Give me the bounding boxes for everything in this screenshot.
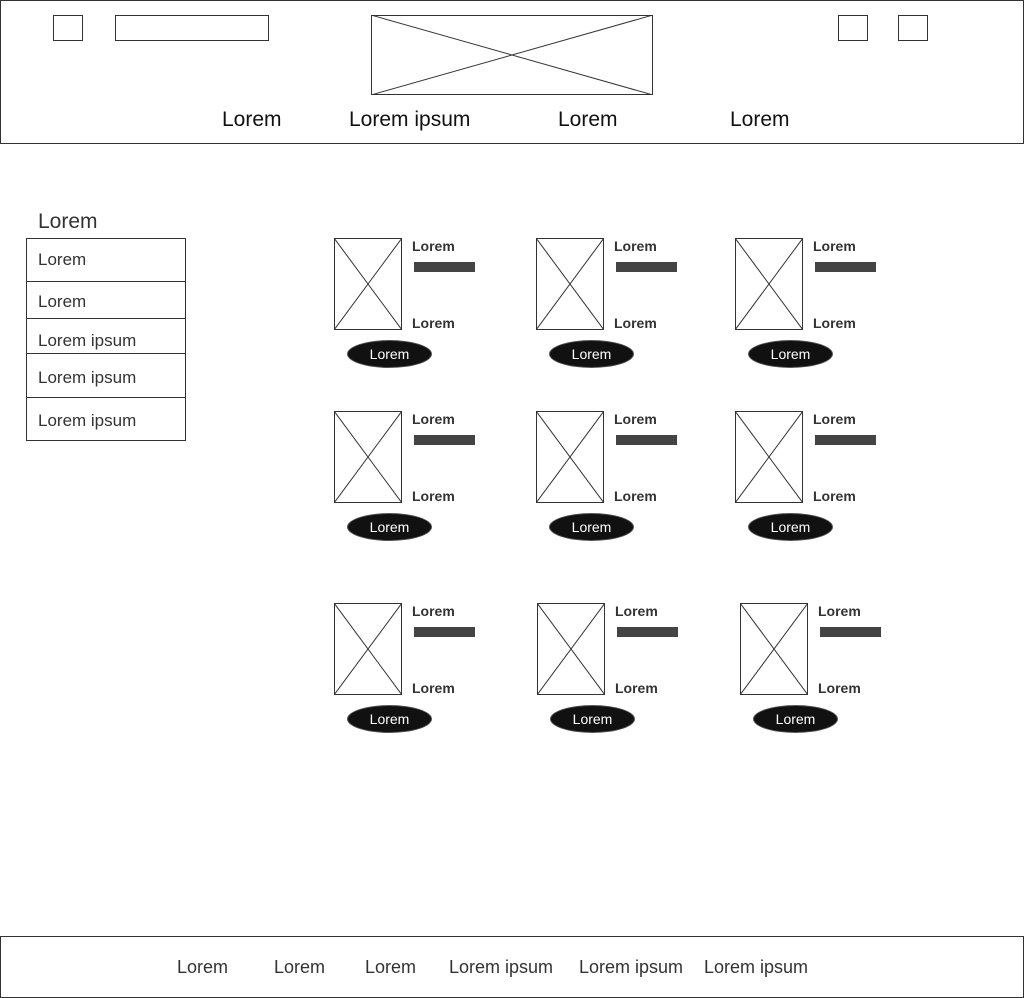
sidebar-title: Lorem xyxy=(38,210,98,233)
product-title: Lorem xyxy=(813,411,856,427)
product-price: Lorem xyxy=(614,488,657,504)
sidebar-divider xyxy=(27,397,186,398)
product-image-placeholder[interactable] xyxy=(536,238,604,330)
nav-link-2[interactable]: Lorem ipsum xyxy=(349,106,470,134)
menu-icon[interactable] xyxy=(53,15,83,41)
sidebar-item-2[interactable]: Lorem xyxy=(27,291,185,313)
product-rating-bar xyxy=(616,435,677,445)
sidebar-divider xyxy=(27,318,186,319)
product-title: Lorem xyxy=(614,238,657,254)
product-price: Lorem xyxy=(412,680,455,696)
product-rating-bar xyxy=(820,627,881,637)
product-rating-bar xyxy=(815,435,876,445)
logo-placeholder[interactable] xyxy=(371,15,653,95)
cart-icon[interactable] xyxy=(898,15,928,41)
product-price: Lorem xyxy=(614,315,657,331)
product-title: Lorem xyxy=(412,238,455,254)
search-input[interactable] xyxy=(115,15,269,41)
footer-link-1[interactable]: Lorem xyxy=(177,956,228,978)
product-image-placeholder[interactable] xyxy=(740,603,808,695)
product-image-placeholder[interactable] xyxy=(334,603,402,695)
product-image-placeholder[interactable] xyxy=(735,238,803,330)
sidebar-item-4[interactable]: Lorem ipsum xyxy=(27,367,185,389)
add-to-cart-button[interactable]: Lorem xyxy=(347,513,432,541)
sidebar-item-5[interactable]: Lorem ipsum xyxy=(27,410,185,432)
footer-link-6[interactable]: Lorem ipsum xyxy=(704,956,808,978)
product-price: Lorem xyxy=(412,488,455,504)
product-price: Lorem xyxy=(412,315,455,331)
add-to-cart-button[interactable]: Lorem xyxy=(549,340,634,368)
product-image-placeholder[interactable] xyxy=(334,238,402,330)
product-title: Lorem xyxy=(412,603,455,619)
sidebar-item-1[interactable]: Lorem xyxy=(27,249,185,271)
footer-link-3[interactable]: Lorem xyxy=(365,956,416,978)
product-price: Lorem xyxy=(813,488,856,504)
nav-link-1[interactable]: Lorem xyxy=(222,106,282,134)
add-to-cart-button[interactable]: Lorem xyxy=(550,705,635,733)
product-rating-bar xyxy=(617,627,678,637)
product-rating-bar xyxy=(616,262,677,272)
product-image-placeholder[interactable] xyxy=(537,603,605,695)
product-title: Lorem xyxy=(615,603,658,619)
product-title: Lorem xyxy=(614,411,657,427)
footer-link-4[interactable]: Lorem ipsum xyxy=(449,956,553,978)
product-price: Lorem xyxy=(813,315,856,331)
nav-link-4[interactable]: Lorem xyxy=(730,106,790,134)
product-image-placeholder[interactable] xyxy=(536,411,604,503)
product-title: Lorem xyxy=(813,238,856,254)
add-to-cart-button[interactable]: Lorem xyxy=(549,513,634,541)
product-rating-bar xyxy=(815,262,876,272)
add-to-cart-button[interactable]: Lorem xyxy=(347,340,432,368)
footer-link-2[interactable]: Lorem xyxy=(274,956,325,978)
product-image-placeholder[interactable] xyxy=(735,411,803,503)
sidebar-item-3[interactable]: Lorem ipsum xyxy=(27,330,185,352)
add-to-cart-button[interactable]: Lorem xyxy=(347,705,432,733)
product-rating-bar xyxy=(414,627,475,637)
add-to-cart-button[interactable]: Lorem xyxy=(748,340,833,368)
product-rating-bar xyxy=(414,435,475,445)
user-icon[interactable] xyxy=(838,15,868,41)
sidebar-divider xyxy=(27,353,186,354)
product-rating-bar xyxy=(414,262,475,272)
product-price: Lorem xyxy=(818,680,861,696)
product-title: Lorem xyxy=(412,411,455,427)
product-price: Lorem xyxy=(615,680,658,696)
product-title: Lorem xyxy=(818,603,861,619)
nav-link-3[interactable]: Lorem xyxy=(558,106,618,134)
sidebar-divider xyxy=(27,281,186,282)
footer-link-5[interactable]: Lorem ipsum xyxy=(579,956,683,978)
add-to-cart-button[interactable]: Lorem xyxy=(753,705,838,733)
add-to-cart-button[interactable]: Lorem xyxy=(748,513,833,541)
product-image-placeholder[interactable] xyxy=(334,411,402,503)
